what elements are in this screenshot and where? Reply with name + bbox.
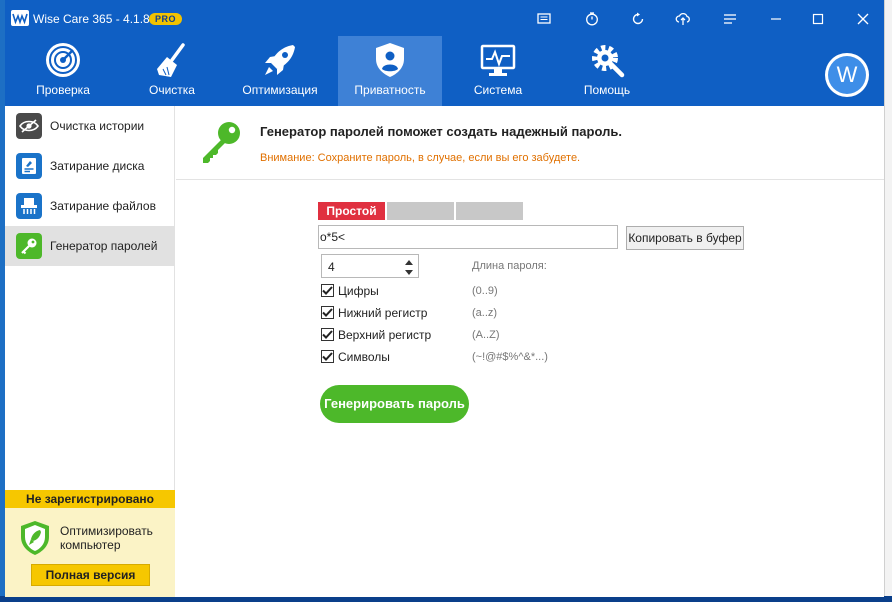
shredder-icon <box>16 193 42 219</box>
sidebar-item-password-generator[interactable]: Генератор паролей <box>5 226 175 266</box>
checkbox[interactable] <box>321 350 334 363</box>
length-label: Длина пароля: <box>472 260 547 272</box>
option-hint: (0..9) <box>472 285 498 297</box>
option-label: Цифры <box>338 284 379 298</box>
nav-label: Проверка <box>36 83 90 97</box>
checkbox[interactable] <box>321 306 334 319</box>
nav-system[interactable]: Система <box>446 36 550 106</box>
full-version-button[interactable]: Полная версия <box>31 564 150 586</box>
key-icon <box>16 233 42 259</box>
option-hint: (~!@#$%^&*...) <box>472 351 548 363</box>
cloud-icon[interactable] <box>672 8 694 30</box>
length-spinner[interactable]: 4 <box>321 254 419 278</box>
checkbox[interactable] <box>321 284 334 297</box>
radar-icon <box>46 43 80 77</box>
timer-icon[interactable] <box>581 8 603 30</box>
menu-icon[interactable] <box>719 8 741 30</box>
strength-segment <box>456 202 523 220</box>
length-value: 4 <box>328 260 335 274</box>
nav-label: Приватность <box>354 83 426 97</box>
nav-privacy[interactable]: Приватность <box>338 36 442 106</box>
nav-cleaner[interactable]: Очистка <box>120 36 224 106</box>
broom-icon <box>157 43 185 77</box>
minimize-icon[interactable] <box>765 8 787 30</box>
nav-checkup[interactable]: Проверка <box>11 36 115 106</box>
sidebar-item-label: Генератор паролей <box>50 239 158 253</box>
window-title: Wise Care 365 - 4.1.8 <box>33 12 150 26</box>
sidebar-item-disk-wipe[interactable]: Затирание диска <box>5 146 175 186</box>
strength-segment <box>387 202 454 220</box>
title-bar[interactable]: Wise Care 365 - 4.1.8 PRO <box>5 0 884 36</box>
avatar[interactable]: W <box>825 53 869 97</box>
shield-icon <box>376 43 404 77</box>
app-window: Wise Care 365 - 4.1.8 PRO Проверка Очист… <box>5 0 884 597</box>
main-panel: Генератор паролей поможет создать надежн… <box>176 106 884 597</box>
nav-optimize[interactable]: Оптимизация <box>228 36 332 106</box>
promo-panel: Оптимизировать компьютер Полная версия <box>5 508 175 597</box>
avatar-letter: W <box>828 56 866 94</box>
close-icon[interactable] <box>852 8 874 30</box>
app-logo-icon <box>11 10 29 26</box>
sidebar-item-label: Очистка истории <box>50 119 145 133</box>
copy-to-clipboard-button[interactable]: Копировать в буфер <box>626 226 744 250</box>
pro-badge: PRO <box>149 13 183 25</box>
sidebar-item-file-shredder[interactable]: Затирание файлов <box>5 186 175 226</box>
option-hint: (A..Z) <box>472 329 500 341</box>
sidebar: Очистка истории Затирание диска Затирани… <box>5 106 175 597</box>
gear-icon <box>592 45 625 78</box>
password-output-field[interactable]: o*5< <box>318 225 618 249</box>
sidebar-item-history[interactable]: Очистка истории <box>5 106 175 146</box>
panel-header: Генератор паролей поможет создать надежн… <box>176 106 884 180</box>
monitor-icon <box>480 44 516 76</box>
eye-icon <box>16 113 42 139</box>
desktop-background <box>884 0 892 602</box>
promo-text: Оптимизировать компьютер <box>60 524 153 552</box>
registration-status: Не зарегистрировано <box>5 490 175 508</box>
main-nav: Проверка Очистка Оптимизация Приватность… <box>5 36 884 106</box>
page-title: Генератор паролей поможет создать надежн… <box>260 124 622 139</box>
maximize-icon[interactable] <box>807 8 829 30</box>
strength-segment-active: Простой <box>318 202 385 220</box>
generate-password-button[interactable]: Генерировать пароль <box>320 385 469 423</box>
nav-label: Система <box>473 83 523 97</box>
nav-label: Оптимизация <box>242 83 318 97</box>
spin-down-icon[interactable] <box>403 267 415 277</box>
option-label: Символы <box>338 350 390 364</box>
warning-text: Внимание: Сохраните пароль, в случае, ес… <box>260 152 581 164</box>
sidebar-item-label: Затирание файлов <box>50 199 156 213</box>
feedback-icon[interactable] <box>533 8 555 30</box>
nav-label: Помощь <box>583 83 631 97</box>
option-label: Нижний регистр <box>338 306 428 320</box>
spin-up-icon[interactable] <box>403 257 415 267</box>
nav-help[interactable]: Помощь <box>555 36 659 106</box>
option-label: Верхний регистр <box>338 328 432 342</box>
nav-label: Очистка <box>149 83 195 97</box>
sidebar-item-label: Затирание диска <box>50 159 145 173</box>
refresh-icon[interactable] <box>627 8 649 30</box>
key-icon <box>203 122 240 163</box>
option-hint: (a..z) <box>472 307 498 319</box>
disk-icon <box>16 153 42 179</box>
rocket-icon <box>265 45 295 75</box>
checkbox[interactable] <box>321 328 334 341</box>
shield-rocket-icon <box>21 521 49 555</box>
